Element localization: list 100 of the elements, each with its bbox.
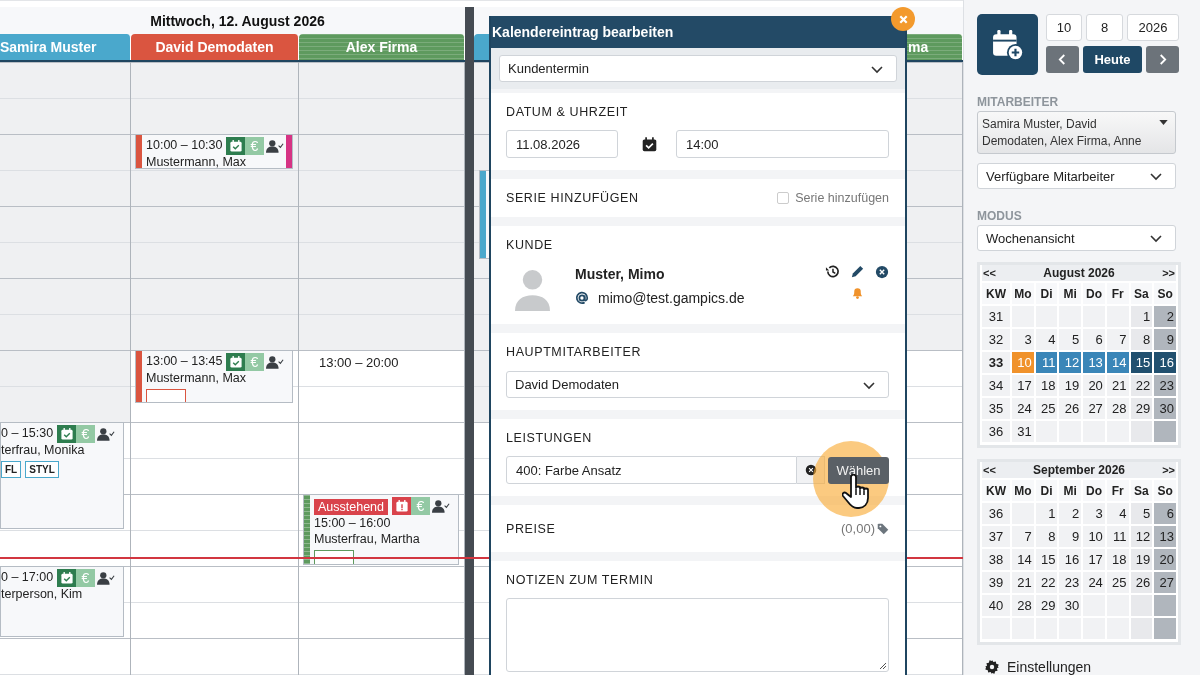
day-cell[interactable]: 1 bbox=[1130, 306, 1153, 327]
day-cell[interactable]: 9 bbox=[1154, 329, 1176, 350]
week-number[interactable]: 39 bbox=[982, 572, 1010, 593]
day-cell[interactable]: 3 bbox=[1012, 329, 1034, 350]
day-cell[interactable]: 29 bbox=[1035, 595, 1058, 616]
day-cell[interactable]: 24 bbox=[1012, 398, 1034, 419]
week-number[interactable]: 33 bbox=[982, 352, 1010, 373]
date-part-field[interactable]: 10 bbox=[1046, 14, 1082, 41]
day-cell[interactable]: 4 bbox=[1035, 329, 1058, 350]
time-field[interactable]: 14:00 bbox=[676, 130, 889, 158]
appointment-card[interactable]: 0 – 17:00 € terperson, Kim bbox=[0, 566, 124, 637]
day-cell[interactable]: 26 bbox=[1130, 572, 1153, 593]
date-part-field[interactable]: 2026 bbox=[1127, 14, 1179, 41]
series-checkbox[interactable] bbox=[777, 192, 790, 204]
service-field[interactable]: 400: Farbe Ansatz bbox=[506, 456, 797, 484]
week-number[interactable]: 37 bbox=[982, 526, 1010, 547]
day-cell[interactable]: 25 bbox=[1035, 398, 1058, 419]
appointment-card[interactable]: 13:00 – 13:45 € Mustermann, Max bbox=[135, 350, 293, 403]
date-part-field[interactable]: 8 bbox=[1086, 14, 1123, 41]
mode-select[interactable]: Wochenansicht bbox=[977, 225, 1176, 251]
day-cell[interactable]: 7 bbox=[1012, 526, 1034, 547]
day-cell[interactable]: 6 bbox=[1083, 329, 1105, 350]
week-number[interactable]: 40 bbox=[982, 595, 1010, 616]
day-cell[interactable]: 24 bbox=[1083, 572, 1105, 593]
day-cell[interactable]: 10 bbox=[1083, 526, 1105, 547]
day-cell[interactable]: 11 bbox=[1035, 352, 1058, 373]
choose-button[interactable]: Wählen bbox=[828, 456, 889, 484]
day-cell[interactable]: 19 bbox=[1059, 375, 1082, 396]
previous-month-link[interactable]: << bbox=[983, 267, 996, 279]
next-month-link[interactable]: >> bbox=[1162, 464, 1175, 476]
day-cell[interactable]: 8 bbox=[1035, 526, 1058, 547]
day-cell[interactable]: 13 bbox=[1083, 352, 1105, 373]
day-cell[interactable]: 8 bbox=[1130, 329, 1153, 350]
day-cell[interactable]: 30 bbox=[1059, 595, 1082, 616]
settings-link[interactable]: Einstellungen bbox=[1007, 659, 1092, 675]
next-month-link[interactable]: >> bbox=[1162, 267, 1175, 279]
day-cell[interactable]: 15 bbox=[1130, 352, 1153, 373]
previous-button[interactable] bbox=[1046, 46, 1079, 73]
day-cell[interactable]: 12 bbox=[1059, 352, 1082, 373]
calendar-check-icon[interactable] bbox=[641, 135, 658, 153]
day-cell[interactable]: 17 bbox=[1012, 375, 1034, 396]
day-cell[interactable]: 18 bbox=[1035, 375, 1058, 396]
day-cell[interactable]: 16 bbox=[1059, 549, 1082, 570]
pencil-icon[interactable] bbox=[850, 264, 865, 279]
notes-field[interactable] bbox=[506, 598, 889, 672]
week-number[interactable]: 32 bbox=[982, 329, 1010, 350]
day-cell[interactable]: 13 bbox=[1154, 526, 1176, 547]
day-cell[interactable]: 3 bbox=[1083, 503, 1105, 524]
day-cell[interactable]: 22 bbox=[1035, 572, 1058, 593]
employee-multi-select[interactable]: Samira Muster, David Demodaten, Alex Firma, Anne bbox=[977, 111, 1176, 155]
day-cell[interactable]: 31 bbox=[1012, 421, 1034, 442]
day-cell[interactable]: 23 bbox=[1154, 375, 1176, 396]
day-cell[interactable]: 7 bbox=[1106, 329, 1129, 350]
day-cell[interactable]: 17 bbox=[1083, 549, 1105, 570]
week-number[interactable]: 31 bbox=[982, 306, 1010, 327]
clear-button[interactable] bbox=[797, 456, 825, 484]
day-cell[interactable]: 28 bbox=[1012, 595, 1034, 616]
next-button[interactable] bbox=[1146, 46, 1179, 73]
day-cell[interactable]: 27 bbox=[1154, 572, 1176, 593]
day-cell[interactable]: 15 bbox=[1035, 549, 1058, 570]
week-number[interactable]: 35 bbox=[982, 398, 1010, 419]
day-cell[interactable]: 20 bbox=[1083, 375, 1105, 396]
day-cell[interactable]: 19 bbox=[1130, 549, 1153, 570]
day-cell[interactable]: 2 bbox=[1059, 503, 1082, 524]
day-cell[interactable]: 25 bbox=[1106, 572, 1129, 593]
day-cell[interactable]: 16 bbox=[1154, 352, 1176, 373]
day-cell[interactable]: 14 bbox=[1106, 352, 1129, 373]
day-cell[interactable]: 4 bbox=[1106, 503, 1129, 524]
date-field[interactable]: 11.08.2026 bbox=[506, 130, 618, 158]
remove-icon[interactable] bbox=[875, 264, 889, 279]
day-cell[interactable]: 5 bbox=[1130, 503, 1153, 524]
day-cell[interactable]: 2 bbox=[1154, 306, 1176, 327]
day-cell[interactable]: 11 bbox=[1106, 526, 1129, 547]
day-cell[interactable]: 21 bbox=[1012, 572, 1034, 593]
day-cell[interactable]: 6 bbox=[1154, 503, 1176, 524]
day-cell[interactable]: 21 bbox=[1106, 375, 1129, 396]
day-cell[interactable]: 14 bbox=[1012, 549, 1034, 570]
day-cell[interactable]: 30 bbox=[1154, 398, 1176, 419]
day-cell[interactable]: 20 bbox=[1154, 549, 1176, 570]
appointment-card[interactable]: 10:00 – 10:30 € Mustermann, Max bbox=[135, 134, 293, 169]
day-cell[interactable]: 12 bbox=[1130, 526, 1153, 547]
day-cell[interactable]: 23 bbox=[1059, 572, 1082, 593]
day-cell[interactable]: 22 bbox=[1130, 375, 1153, 396]
day-cell[interactable]: 18 bbox=[1106, 549, 1129, 570]
history-icon[interactable] bbox=[825, 264, 840, 279]
week-number[interactable]: 38 bbox=[982, 549, 1010, 570]
day-cell[interactable]: 28 bbox=[1106, 398, 1129, 419]
day-cell[interactable]: 1 bbox=[1035, 503, 1058, 524]
appointment-card[interactable]: Ausstehend € 15:00 – 16:00 Musterfrau, Martha bbox=[303, 494, 459, 565]
appointment-type-select[interactable]: Kundentermin bbox=[499, 55, 897, 82]
week-number[interactable]: 36 bbox=[982, 503, 1010, 524]
filter-select[interactable]: Verfügbare Mitarbeiter bbox=[977, 163, 1176, 190]
previous-month-link[interactable]: << bbox=[983, 464, 996, 476]
day-cell[interactable]: 9 bbox=[1059, 526, 1082, 547]
checkbox-label[interactable]: Serie hinzufügen bbox=[795, 191, 889, 205]
day-cell[interactable]: 5 bbox=[1059, 329, 1082, 350]
today-button[interactable]: Heute bbox=[1083, 46, 1142, 73]
employee-select[interactable]: David Demodaten bbox=[506, 371, 889, 398]
new-appointment-button[interactable] bbox=[977, 14, 1038, 75]
appointment-card[interactable]: 0 – 15:30 € terfrau, Monika FL STYL bbox=[0, 422, 124, 529]
